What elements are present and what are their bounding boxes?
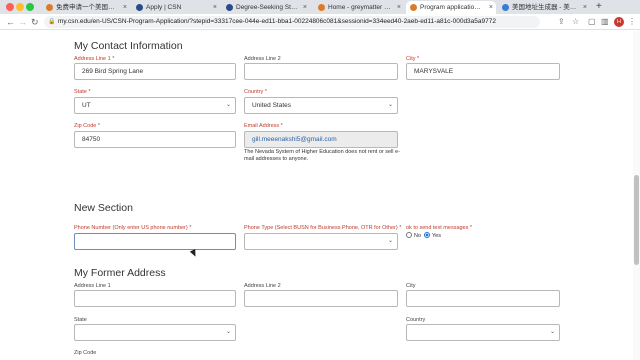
former-address-section-title: My Former Address	[74, 267, 166, 279]
chevron-down-icon: ⌄	[387, 238, 393, 244]
lock-icon: 🔒	[48, 19, 56, 25]
browser-tab-greymatter[interactable]: Home - greymatter Portal ×	[314, 1, 404, 14]
close-tab-icon[interactable]: ×	[489, 1, 493, 14]
city-label: City *	[406, 56, 420, 62]
phone-type-label: Phone Type (Select BUSN for Business Pho…	[244, 225, 402, 231]
former-city-input[interactable]	[406, 290, 560, 307]
new-tab-icon[interactable]: +	[596, 0, 602, 14]
phone-number-input[interactable]	[74, 233, 236, 250]
forward-arrow-icon[interactable]: →	[18, 16, 27, 28]
chevron-down-icon: ⌄	[549, 329, 555, 335]
chevron-down-icon: ⌄	[387, 102, 393, 108]
tab-favicon-icon	[46, 4, 53, 11]
close-window-button[interactable]	[6, 3, 14, 11]
city-input[interactable]: MARYSVALE	[406, 63, 560, 80]
browser-menu-icon[interactable]: ⋮	[628, 16, 636, 28]
ok-to-text-no-radio[interactable]: No	[406, 232, 421, 240]
url-text: my.csn.edu/en-US/CSN-Program-Application…	[58, 18, 496, 25]
contact-section-title: My Contact Information	[74, 40, 183, 52]
radio-checked-icon	[424, 232, 430, 238]
sidebar-icon[interactable]: ▥	[601, 16, 609, 28]
phone-type-select[interactable]: ⌄	[244, 233, 398, 250]
tab-favicon-icon	[226, 4, 233, 11]
tab-strip: 免费申请一个美国edu学生邮 × Apply | CSN × Degree-Se…	[0, 0, 640, 14]
share-icon[interactable]: ⇪	[558, 16, 565, 28]
phone-number-label: Phone Number (Only enter US phone number…	[74, 225, 192, 231]
tab-favicon-icon	[318, 4, 325, 11]
browser-tab-address-generator[interactable]: 美国地址生成器 - 美国身份 ×	[498, 1, 590, 14]
email-label: Email Address *	[244, 123, 283, 129]
close-tab-icon[interactable]: ×	[303, 1, 307, 14]
former-city-label: City	[406, 283, 416, 289]
former-address-line-2-label: Address Line 2	[244, 283, 281, 289]
country-value: United States	[252, 102, 292, 109]
chevron-down-icon: ⌄	[225, 329, 231, 335]
address-line-1-label: Address Line 1 *	[74, 56, 115, 62]
ok-to-text-yes-radio[interactable]: Yes	[424, 232, 441, 240]
reload-icon[interactable]: ↻	[31, 16, 39, 28]
former-country-select[interactable]: ⌄	[406, 324, 560, 341]
address-line-1-input[interactable]: 269 Bird Spring Lane	[74, 63, 236, 80]
zip-code-label: Zip Code *	[74, 123, 100, 129]
yes-option-label: Yes	[432, 233, 441, 239]
state-value: UT	[82, 102, 91, 109]
tab-favicon-icon	[136, 4, 143, 11]
close-tab-icon[interactable]: ×	[123, 1, 127, 14]
former-state-label: State	[74, 317, 87, 323]
state-label: State *	[74, 89, 91, 95]
tab-favicon-icon	[410, 4, 417, 11]
country-label: Country *	[244, 89, 267, 95]
address-bar[interactable]: 🔒 my.csn.edu/en-US/CSN-Program-Applicati…	[44, 16, 540, 28]
browser-tab-edu-email[interactable]: 免费申请一个美国edu学生邮 ×	[42, 1, 130, 14]
minimize-window-button[interactable]	[16, 3, 24, 11]
email-input[interactable]: gill.meeenakshi5@gmail.com	[244, 131, 398, 148]
radio-unchecked-icon	[406, 232, 412, 238]
scrollbar-thumb[interactable]	[634, 175, 639, 265]
zip-code-input[interactable]: 84750	[74, 131, 236, 148]
former-address-line-1-input[interactable]	[74, 290, 236, 307]
close-tab-icon[interactable]: ×	[583, 1, 587, 14]
back-arrow-icon[interactable]: ←	[6, 16, 15, 28]
no-option-label: No	[414, 233, 422, 239]
close-tab-icon[interactable]: ×	[397, 1, 401, 14]
tab-favicon-icon	[502, 4, 509, 11]
browser-tab-apply-csn[interactable]: Apply | CSN ×	[132, 1, 220, 14]
close-tab-icon[interactable]: ×	[213, 1, 217, 14]
country-select[interactable]: United States ⌄	[244, 97, 398, 114]
maximize-window-button[interactable]	[26, 3, 34, 11]
browser-toolbar: ← → ↻ 🔒 my.csn.edu/en-US/CSN-Program-App…	[0, 14, 640, 30]
former-address-line-1-label: Address Line 1	[74, 283, 111, 289]
extensions-icon[interactable]: ▢	[588, 16, 596, 28]
state-select[interactable]: UT ⌄	[74, 97, 236, 114]
ok-to-text-label: ok to send text messages *	[406, 225, 473, 231]
former-state-select[interactable]: ⌄	[74, 324, 236, 341]
former-country-label: Country	[406, 317, 426, 323]
profile-avatar[interactable]: H	[614, 17, 624, 27]
former-zip-code-label: Zip Code	[74, 350, 97, 356]
former-address-line-2-input[interactable]	[244, 290, 398, 307]
address-line-2-label: Address Line 2	[244, 56, 281, 62]
address-line-2-input[interactable]	[244, 63, 398, 80]
chevron-down-icon: ⌄	[225, 102, 231, 108]
bookmark-star-icon[interactable]: ☆	[572, 16, 579, 28]
new-section-title: New Section	[74, 202, 133, 214]
browser-tab-program-application[interactable]: Program application | gre ×	[406, 1, 496, 14]
browser-tab-degree-seeking[interactable]: Degree-Seeking Students ×	[222, 1, 310, 14]
email-privacy-note: The Nevada System of Higher Education do…	[244, 149, 400, 162]
page-content	[0, 31, 640, 360]
